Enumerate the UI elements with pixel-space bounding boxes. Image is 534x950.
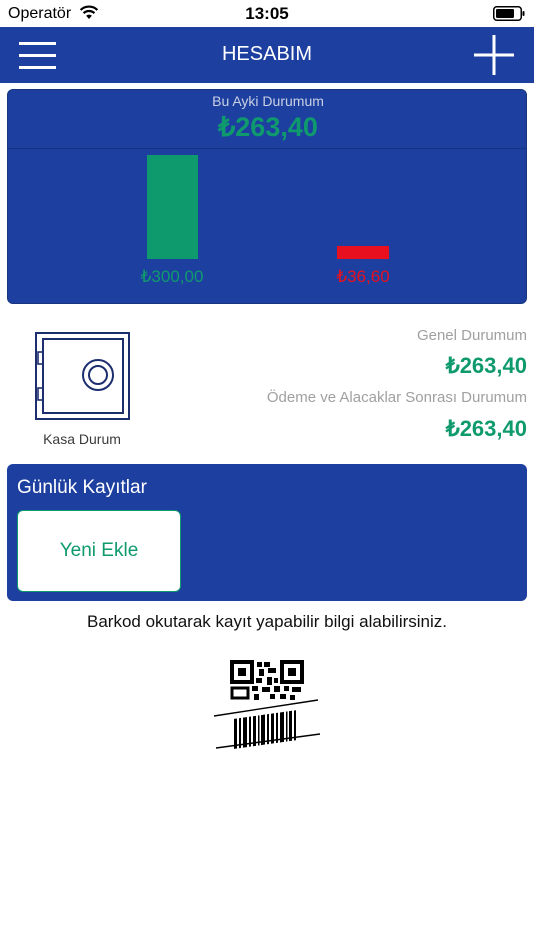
- safe-label: Kasa Durum: [43, 431, 121, 447]
- general-status-value: ₺263,40: [445, 353, 527, 378]
- expense-bar-label: ₺36,60: [336, 267, 390, 286]
- battery-icon: [493, 6, 525, 21]
- navigation-bar: HESABIM: [0, 27, 534, 83]
- summary-divider: [8, 148, 526, 149]
- qr-barcode-icon[interactable]: [212, 658, 322, 752]
- add-button[interactable]: [472, 33, 516, 77]
- general-status-label: Genel Durumum: [416, 327, 527, 344]
- income-bar: [146, 155, 198, 259]
- menu-button[interactable]: [19, 39, 56, 71]
- summary-caption: Bu Ayki Durumum: [212, 93, 324, 109]
- after-payments-status-value: ₺263,40: [445, 416, 527, 441]
- daily-records-title: Günlük Kayıtlar: [17, 477, 147, 498]
- page-title: HESABIM: [221, 43, 313, 65]
- monthly-summary-card: Bu Ayki Durumum ₺263,40 ₺300,00 ₺36,60: [7, 89, 527, 304]
- status-bar: Operatör 13:05: [0, 0, 534, 27]
- after-payments-status-label: Ödeme ve Alacaklar Sonrası Durumum: [266, 389, 527, 406]
- daily-records-card: Günlük Kayıtlar Yeni Ekle: [7, 464, 527, 601]
- barcode-hint: Barkod okutarak kayıt yapabilir bilgi al…: [87, 612, 447, 631]
- status-time: 13:05: [245, 4, 289, 23]
- plus-icon: [474, 35, 514, 75]
- new-record-button[interactable]: Yeni Ekle: [17, 510, 181, 592]
- income-bar-label: ₺300,00: [140, 267, 204, 286]
- expense-bar: [337, 246, 389, 259]
- summary-total: ₺263,40: [218, 112, 318, 142]
- safe-icon[interactable]: [33, 330, 132, 422]
